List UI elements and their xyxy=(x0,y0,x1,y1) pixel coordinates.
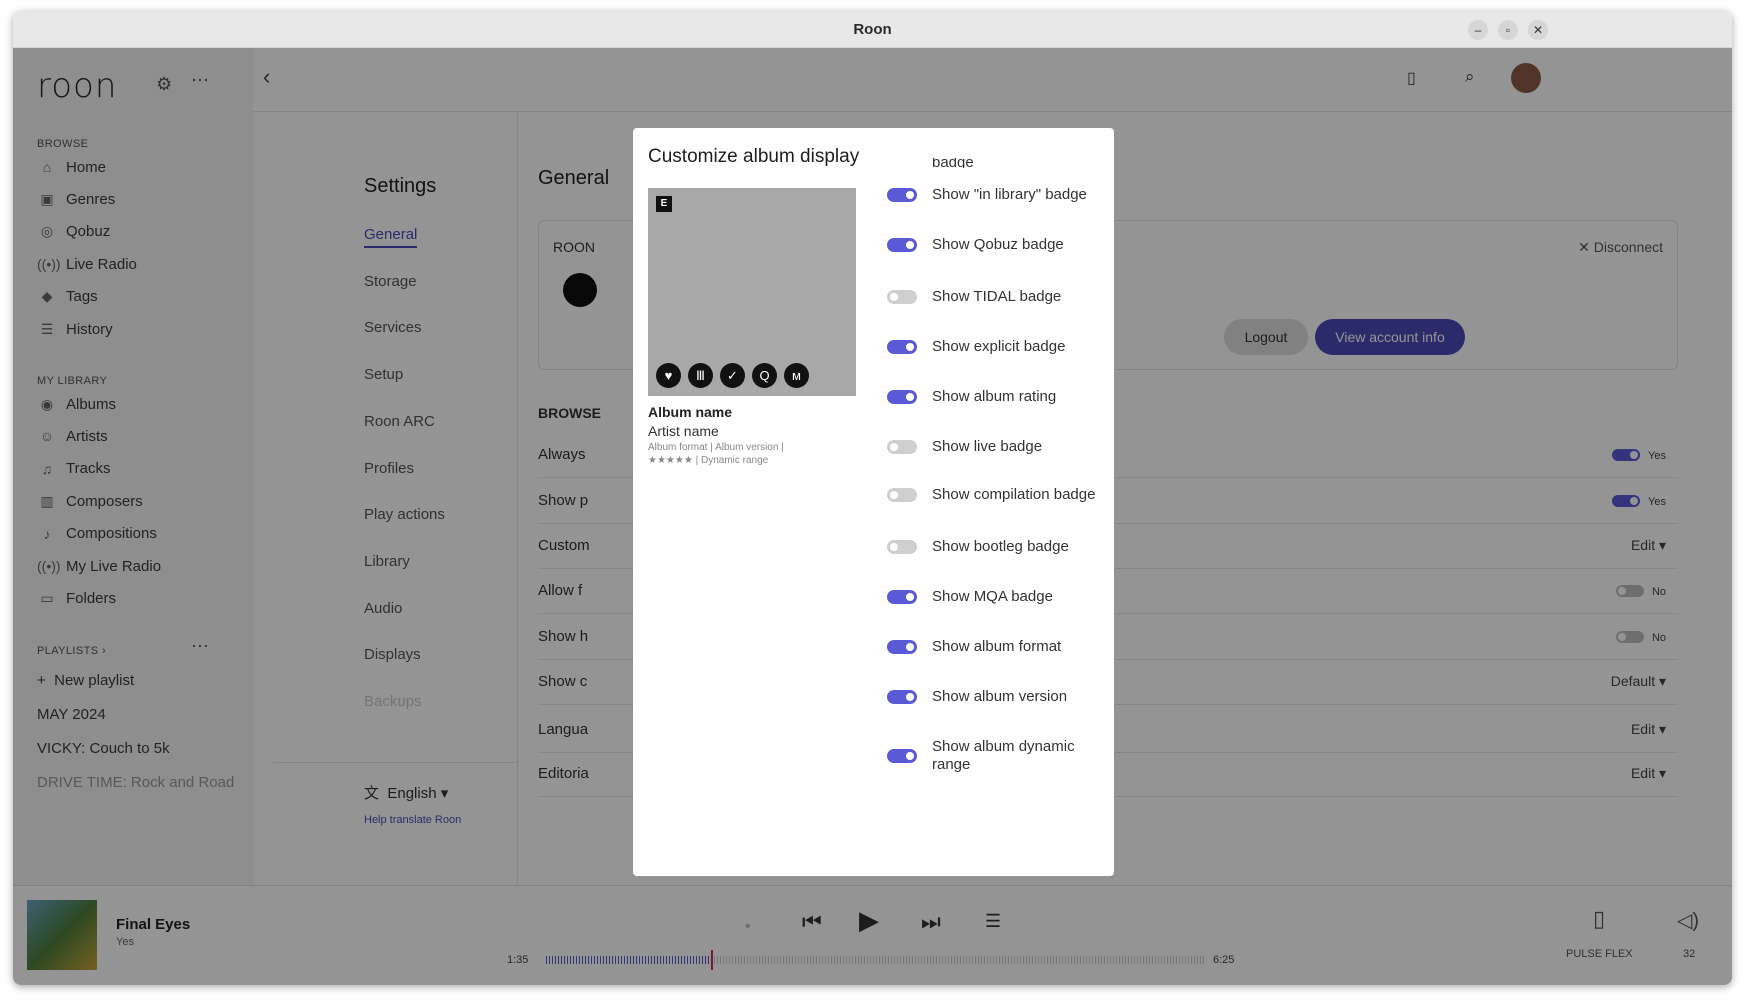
library-icon: Ⅲ xyxy=(688,363,713,388)
toggle-label: Show Qobuz badge xyxy=(932,236,1064,253)
toggle-label: Show "in library" badge xyxy=(932,186,1087,203)
cut-off-label: badge xyxy=(932,158,974,168)
minimize-button[interactable]: – xyxy=(1468,20,1488,40)
qobuz-icon: Q xyxy=(752,363,777,388)
toggle-switch[interactable] xyxy=(887,749,917,763)
display-toggle-row[interactable]: Show compilation badge xyxy=(887,486,1107,504)
toggle-switch[interactable] xyxy=(887,188,917,202)
heart-icon: ♥ xyxy=(656,363,681,388)
mqa-icon: ᴍ xyxy=(784,363,809,388)
toggle-switch[interactable] xyxy=(887,340,917,354)
app-window: Roon – ▫ ✕ roon ⚙ ⋯ BROWSE MY LIBRARY PL… xyxy=(13,11,1732,985)
display-toggle-row[interactable]: Show album dynamic range xyxy=(887,738,1107,774)
toggle-label: Show album format xyxy=(932,638,1062,655)
toggle-label: Show compilation badge xyxy=(932,486,1096,503)
display-toggle-row[interactable]: Show MQA badge xyxy=(887,588,1107,606)
preview-meta: Album format | Album version | xyxy=(648,442,784,453)
toggle-label: Show MQA badge xyxy=(932,588,1053,605)
toggle-label: Show album rating xyxy=(932,388,1057,405)
toggle-label: Show explicit badge xyxy=(932,338,1066,355)
toggle-label: Show TIDAL badge xyxy=(932,288,1062,305)
close-button[interactable]: ✕ xyxy=(1528,20,1548,40)
album-cover-preview: E ♥ Ⅲ ✓ Qᴍ xyxy=(648,188,856,396)
preview-meta: ★★★★★ | Dynamic range xyxy=(648,455,769,466)
toggle-switch[interactable] xyxy=(887,590,917,604)
toggle-switch[interactable] xyxy=(887,238,917,252)
display-toggle-row[interactable]: Show explicit badge xyxy=(887,338,1107,356)
toggle-switch[interactable] xyxy=(887,540,917,554)
check-icon: ✓ xyxy=(720,363,745,388)
display-toggle-row[interactable]: Show TIDAL badge xyxy=(887,288,1107,306)
explicit-badge: E xyxy=(656,196,672,212)
title-bar: Roon – ▫ ✕ xyxy=(13,11,1732,48)
toggle-switch[interactable] xyxy=(887,440,917,454)
preview-artist-name: Artist name xyxy=(648,423,719,439)
toggle-switch[interactable] xyxy=(887,390,917,404)
toggle-switch[interactable] xyxy=(887,690,917,704)
dialog-title: Customize album display xyxy=(648,146,860,167)
toggle-switch[interactable] xyxy=(887,290,917,304)
display-toggle-row[interactable]: Show album format xyxy=(887,638,1107,656)
toggle-label: Show bootleg badge xyxy=(932,538,1069,555)
toggle-switch[interactable] xyxy=(887,640,917,654)
display-toggle-row[interactable]: Show live badge xyxy=(887,438,1107,456)
maximize-button[interactable]: ▫ xyxy=(1498,20,1518,40)
display-toggle-row[interactable]: Show bootleg badge xyxy=(887,538,1107,556)
display-toggle-row[interactable]: Show "in library" badge xyxy=(887,186,1107,204)
toggle-label: Show live badge xyxy=(932,438,1043,455)
toggle-label: Show album version xyxy=(932,688,1068,705)
display-toggle-row[interactable]: Show album version xyxy=(887,688,1107,706)
toggle-switch[interactable] xyxy=(887,488,917,502)
display-toggle-row[interactable]: Show Qobuz badge xyxy=(887,236,1107,254)
display-toggle-row[interactable]: Show album rating xyxy=(887,388,1107,406)
toggle-label: Show album dynamic range xyxy=(932,738,1075,773)
preview-album-name: Album name xyxy=(648,404,733,420)
customize-album-dialog: Customize album display E ♥ Ⅲ ✓ Qᴍ Album na… xyxy=(633,128,1114,876)
album-preview-text: Album name Artist name Album format | Al… xyxy=(648,404,848,466)
